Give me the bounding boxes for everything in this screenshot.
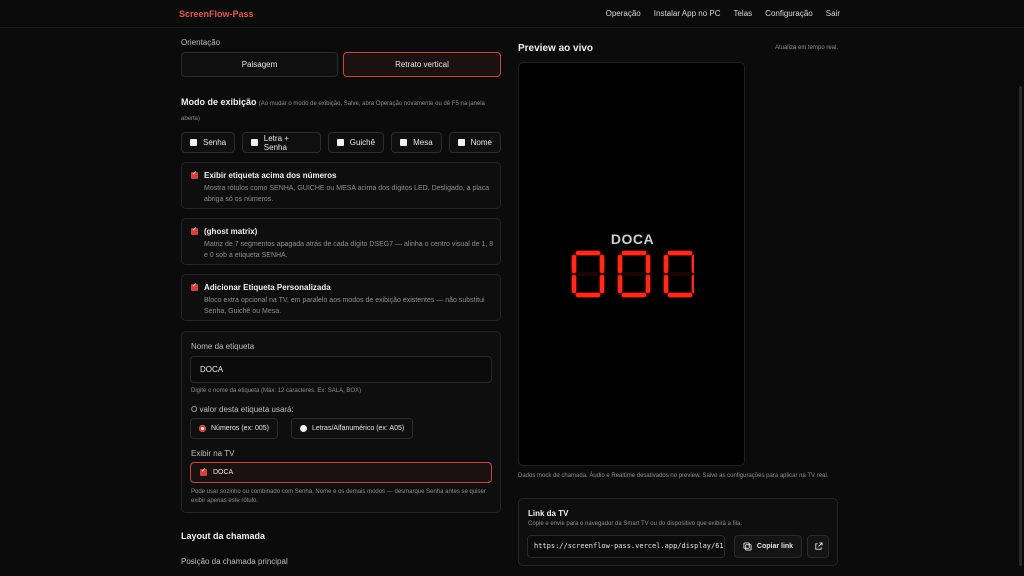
mode-guiche-label: Guichê <box>349 138 376 147</box>
tv-link-card: Link da TV Copie e envie para o navegado… <box>518 498 838 566</box>
brand-logo[interactable]: ScreenFlow-Pass <box>179 9 254 19</box>
mode-mesa-label: Mesa <box>413 138 433 147</box>
mode-mesa-checkbox[interactable]: Mesa <box>391 132 442 153</box>
option-description: Bloco extra opcional na TV, em paralelo … <box>204 297 485 315</box>
nav-configuracao[interactable]: Configuração <box>765 9 813 18</box>
call-position-label: Posição da chamada principal <box>181 557 288 566</box>
option-card-label-above[interactable]: Exibir etiqueta acima dos números Mostra… <box>181 162 501 209</box>
tv-display-label: DOCA <box>213 469 234 476</box>
checkbox-icon <box>251 139 258 146</box>
checkbox-icon <box>400 139 408 146</box>
nav-telas[interactable]: Telas <box>733 9 752 18</box>
orientation-title: Orientação <box>181 38 221 47</box>
led-segment <box>576 251 600 255</box>
led-segment <box>692 255 694 273</box>
led-segment <box>600 255 604 273</box>
led-segment <box>618 275 622 293</box>
led-segment <box>600 275 604 293</box>
led-segment <box>646 255 650 273</box>
page-scrollbar[interactable] <box>1019 86 1022 566</box>
led-segment <box>668 272 692 276</box>
label-name-input[interactable]: DOCA <box>190 356 492 383</box>
checkbox-icon <box>336 139 344 146</box>
led-segment <box>664 275 668 293</box>
label-value-title: O valor desta etiqueta usará: <box>191 405 294 414</box>
value-numbers-radio[interactable]: Números (ex: 005) <box>190 418 278 439</box>
mode-letra-senha-checkbox[interactable]: Letra + Senha <box>242 132 321 153</box>
tv-link-desc: Copie e envie para o navegador da Smart … <box>528 521 743 527</box>
preview-title: Preview ao vivo <box>518 43 594 54</box>
option-card-ghost-matrix[interactable]: (ghost matrix) Matriz de 7 segmentos apa… <box>181 218 501 265</box>
option-title: (ghost matrix) <box>204 227 258 236</box>
mode-guiche-checkbox[interactable]: Guichê <box>327 132 385 153</box>
tv-display-checkbox[interactable]: DOCA <box>190 462 492 483</box>
main-nav: Operação Instalar App no PC Telas Config… <box>606 9 840 18</box>
led-segment <box>572 275 576 293</box>
led-segment <box>572 255 576 273</box>
tv-link-url[interactable]: https://screenflow-pass.vercel.app/displ… <box>527 535 725 558</box>
led-segment <box>622 293 646 297</box>
mode-nome-checkbox[interactable]: Nome <box>448 132 501 153</box>
option-title: Adicionar Etiqueta Personalizada <box>204 283 331 292</box>
led-segment <box>618 255 622 273</box>
display-mode-title: Modo de exibição <box>181 97 257 107</box>
option-title: Exibir etiqueta acima dos números <box>204 171 337 180</box>
mode-senha-label: Senha <box>203 138 227 147</box>
call-layout-title: Layout da chamada <box>181 531 266 541</box>
nav-instalar-app[interactable]: Instalar App no PC <box>654 9 721 18</box>
display-mode-header: Modo de exibição (Ao mudar o modo de exi… <box>181 95 501 126</box>
copy-icon <box>743 542 752 551</box>
led-segment <box>622 251 646 255</box>
copy-link-label: Copiar link <box>756 543 794 550</box>
led-segment <box>692 275 694 293</box>
preview-label: DOCA <box>610 231 655 247</box>
checkbox-checked-icon <box>200 467 207 476</box>
mode-nome-label: Nome <box>470 138 492 147</box>
checkbox-checked-icon[interactable] <box>191 226 198 235</box>
option-card-custom-label[interactable]: Adicionar Etiqueta Personalizada Bloco e… <box>181 274 501 321</box>
value-numbers-label: Números (ex: 005) <box>211 425 269 432</box>
nav-operacao[interactable]: Operação <box>606 9 641 18</box>
option-description: Matriz de 7 segmentos apagada atrás de c… <box>204 241 494 259</box>
label-name-help: Digite o nome da etiqueta (Máx: 12 carac… <box>191 388 362 394</box>
checkbox-icon <box>457 139 465 146</box>
led-segment <box>576 293 600 297</box>
top-navbar: ScreenFlow-Pass Operação Instalar App no… <box>0 0 1024 28</box>
option-description: Mostra rótulos como SENHA, GUICHE ou MES… <box>204 185 490 203</box>
radio-icon <box>300 425 307 432</box>
nav-sair[interactable]: Sair <box>826 9 840 18</box>
orientation-landscape-button[interactable]: Paisagem <box>181 52 338 77</box>
tv-display-title: Exibir na TV <box>191 449 235 458</box>
value-alphanumeric-label: Letras/Alfanumérico (ex: A05) <box>312 425 405 432</box>
value-alphanumeric-radio[interactable]: Letras/Alfanumérico (ex: A05) <box>291 418 414 439</box>
led-segment <box>668 293 692 297</box>
copy-link-button[interactable]: Copiar link <box>734 535 802 558</box>
preview-mock-note: Dados mock de chamada. Áudio e Realtime … <box>518 473 829 479</box>
mode-letra-senha-label: Letra + Senha <box>263 133 289 152</box>
orientation-portrait-button[interactable]: Retrato vertical <box>343 52 501 77</box>
checkbox-checked-icon[interactable] <box>191 170 198 179</box>
tv-preview-screen: DOCA 000 <box>518 62 745 466</box>
mode-senha-checkbox[interactable]: Senha <box>181 132 236 153</box>
checkbox-checked-icon[interactable] <box>191 282 198 291</box>
preview-realtime-note: Atualiza em tempo real. <box>774 45 838 51</box>
label-name-title: Nome da etiqueta <box>191 342 255 351</box>
tv-link-title: Link da TV <box>528 509 569 518</box>
custom-label-panel: Nome da etiqueta DOCA Digite o nome da e… <box>181 331 501 513</box>
open-link-button[interactable] <box>807 535 829 558</box>
checkbox-icon <box>190 139 197 146</box>
led-segment <box>664 255 668 273</box>
led-segment <box>622 272 646 276</box>
led-segment <box>646 275 650 293</box>
display-mode-options: Senha Letra + Senha Guichê Mesa Nome <box>181 132 501 153</box>
led-segment <box>668 251 692 255</box>
radio-selected-icon <box>199 425 206 432</box>
led-segment <box>576 272 600 276</box>
tv-display-help: Pode usar sozinho ou combinado com Senha… <box>191 489 486 504</box>
led-digits-display <box>572 251 694 297</box>
external-link-icon <box>814 542 823 550</box>
